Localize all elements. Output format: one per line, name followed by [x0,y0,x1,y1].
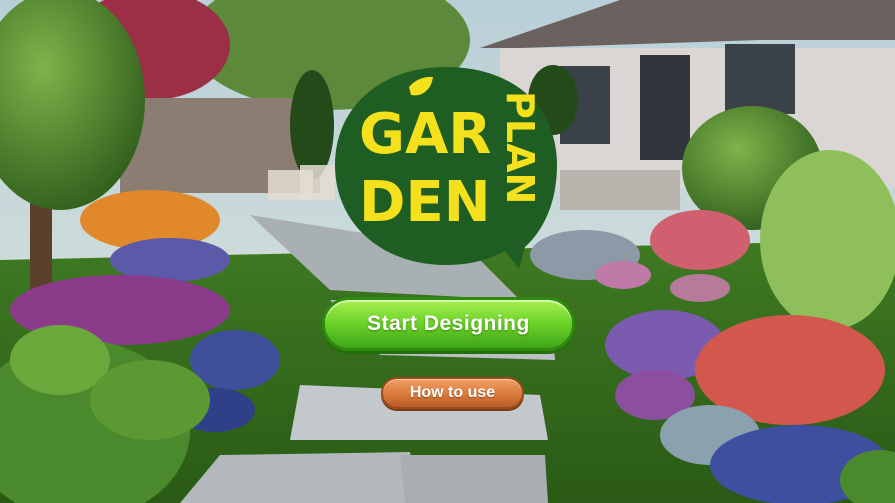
game-logo: GAR DEN PLAN [335,67,557,269]
logo-side-word: PLAN [498,91,542,204]
start-designing-button[interactable]: Start Designing [322,297,575,351]
how-to-use-button[interactable]: How to use [381,377,524,409]
logo-line2: DEN [359,170,491,235]
logo-line1: GAR [359,102,491,167]
